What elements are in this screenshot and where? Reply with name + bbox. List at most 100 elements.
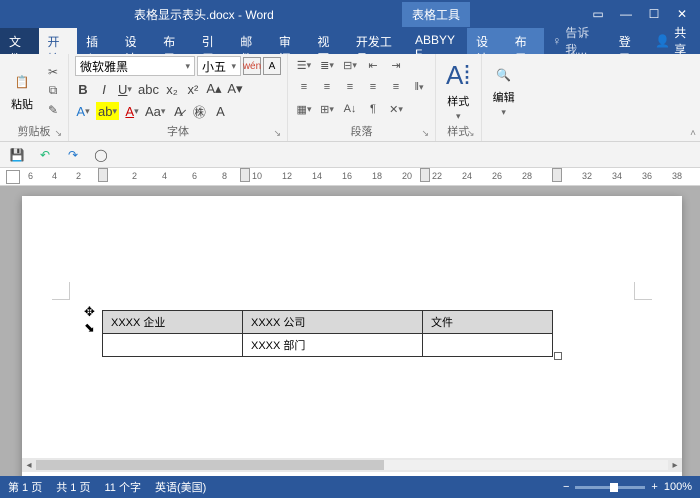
editing-button[interactable]: 🔍 编辑 ▾ bbox=[488, 56, 520, 125]
bold-button[interactable]: B bbox=[75, 80, 91, 98]
document-area[interactable]: ✥⬊ XXXX 企业 XXXX 公司 文件 XXXX 部门 ◂ ▸ bbox=[0, 186, 700, 476]
tab-references[interactable]: 引用 bbox=[193, 28, 232, 54]
bullets-button[interactable]: ☰▾ bbox=[294, 56, 314, 74]
format-painter-button[interactable]: ✎ bbox=[44, 102, 62, 118]
paste-button[interactable]: 📋 粘贴 bbox=[6, 56, 38, 125]
status-words[interactable]: 11 个字 bbox=[104, 479, 140, 495]
cut-button[interactable]: ✂ bbox=[44, 64, 62, 80]
clipboard-launcher[interactable]: ↘ bbox=[54, 126, 62, 140]
redo-button[interactable]: ↷ bbox=[64, 146, 82, 164]
distributed-button[interactable]: ≡ bbox=[386, 78, 406, 96]
align-center-button[interactable]: ≡ bbox=[317, 78, 337, 96]
table-cell[interactable]: XXXX 企业 bbox=[103, 311, 243, 334]
tab-file[interactable]: 文件 bbox=[0, 28, 39, 54]
document-table[interactable]: XXXX 企业 XXXX 公司 文件 XXXX 部门 bbox=[102, 310, 553, 357]
scrollbar-thumb[interactable] bbox=[36, 460, 384, 470]
multilevel-list-button[interactable]: ⊟▾ bbox=[340, 56, 360, 74]
superscript-button[interactable]: x² bbox=[185, 80, 201, 98]
font-launcher[interactable]: ↘ bbox=[273, 126, 281, 140]
table-cell[interactable]: XXXX 部门 bbox=[243, 334, 423, 357]
asian-layout-button[interactable]: ✕▾ bbox=[386, 100, 406, 118]
tab-abbyy[interactable]: ABBYY F bbox=[406, 28, 467, 54]
borders-button[interactable]: ⊞▾ bbox=[317, 100, 337, 118]
font-size-combo[interactable]: 小五▾ bbox=[197, 56, 241, 76]
table-row[interactable]: XXXX 部门 bbox=[103, 334, 553, 357]
scrollbar-track[interactable] bbox=[36, 460, 668, 470]
enclose-characters-button[interactable]: ㊑ bbox=[191, 102, 207, 120]
left-margin-marker[interactable] bbox=[98, 168, 108, 182]
table-cell[interactable] bbox=[423, 334, 553, 357]
start-from-beginning-button[interactable]: ◯ bbox=[92, 146, 110, 164]
grow-font-button[interactable]: A▴ bbox=[206, 80, 222, 98]
zoom-in-button[interactable]: + bbox=[651, 481, 657, 493]
tab-home[interactable]: 开始 bbox=[39, 28, 78, 54]
collapse-ribbon-button[interactable]: ˄ bbox=[690, 128, 696, 139]
phonetic-guide-button[interactable]: wén bbox=[243, 57, 261, 75]
character-shading-button[interactable]: A bbox=[212, 102, 228, 120]
subscript-button[interactable]: x₂ bbox=[164, 80, 180, 98]
change-case-button[interactable]: Aa▾ bbox=[145, 102, 165, 120]
undo-button[interactable]: ↶ bbox=[36, 146, 54, 164]
highlight-button[interactable]: ab▾ bbox=[96, 102, 119, 120]
ribbon-options-icon[interactable]: ▭ bbox=[590, 7, 606, 21]
horizontal-scrollbar[interactable]: ◂ ▸ bbox=[22, 458, 682, 472]
copy-button[interactable]: ⧉ bbox=[44, 83, 62, 99]
table-move-handle[interactable]: ✥⬊ bbox=[84, 304, 95, 336]
share-button[interactable]: 👤 共享 bbox=[647, 28, 700, 54]
tab-selector[interactable] bbox=[6, 170, 20, 184]
font-color-button[interactable]: A▾ bbox=[124, 102, 140, 120]
numbering-button[interactable]: ≣▾ bbox=[317, 56, 337, 74]
right-margin-marker[interactable] bbox=[552, 168, 562, 182]
page[interactable]: ✥⬊ XXXX 企业 XXXX 公司 文件 XXXX 部门 bbox=[22, 196, 682, 476]
paragraph-launcher[interactable]: ↘ bbox=[421, 126, 429, 140]
shading-button[interactable]: ▦▾ bbox=[294, 100, 314, 118]
maximize-icon[interactable]: ☐ bbox=[646, 7, 662, 21]
styles-launcher[interactable]: ↘ bbox=[467, 126, 475, 140]
tab-layout[interactable]: 布局 bbox=[154, 28, 193, 54]
indent-marker[interactable] bbox=[240, 168, 250, 182]
table-resize-handle[interactable] bbox=[554, 352, 562, 360]
italic-button[interactable]: I bbox=[96, 80, 112, 98]
save-button[interactable]: 💾 bbox=[8, 146, 26, 164]
table-cell[interactable] bbox=[103, 334, 243, 357]
underline-button[interactable]: U▾ bbox=[117, 80, 133, 98]
scroll-right-icon[interactable]: ▸ bbox=[668, 460, 682, 471]
status-language[interactable]: 英语(美国) bbox=[155, 479, 206, 495]
sort-button[interactable]: A↓ bbox=[340, 100, 360, 118]
clear-formatting-button[interactable]: A̷ bbox=[170, 102, 186, 120]
status-pages[interactable]: 共 1 页 bbox=[56, 479, 90, 495]
tab-table-layout[interactable]: 布局 bbox=[506, 28, 545, 54]
tab-mailings[interactable]: 邮件 bbox=[231, 28, 270, 54]
character-border-button[interactable]: A bbox=[263, 57, 281, 75]
line-spacing-button[interactable]: ‖▾ bbox=[409, 78, 429, 96]
table-cell[interactable]: 文件 bbox=[423, 311, 553, 334]
show-marks-button[interactable]: ¶ bbox=[363, 100, 383, 118]
align-right-button[interactable]: ≡ bbox=[340, 78, 360, 96]
table-cell[interactable]: XXXX 公司 bbox=[243, 311, 423, 334]
strikethrough-button[interactable]: abc bbox=[138, 80, 159, 98]
styles-button[interactable]: A⁞ 样式 ▾ bbox=[442, 56, 475, 125]
tab-table-design[interactable]: 设计 bbox=[467, 28, 506, 54]
tab-design[interactable]: 设计 bbox=[116, 28, 155, 54]
shrink-font-button[interactable]: A▾ bbox=[227, 80, 243, 98]
text-effects-button[interactable]: A▾ bbox=[75, 102, 91, 120]
tab-view[interactable]: 视图 bbox=[308, 28, 347, 54]
increase-indent-button[interactable]: ⇥ bbox=[386, 56, 406, 74]
tab-review[interactable]: 审阅 bbox=[270, 28, 309, 54]
login-button[interactable]: 登录 bbox=[611, 28, 648, 54]
font-name-combo[interactable]: 微软雅黑▾ bbox=[75, 56, 195, 76]
zoom-out-button[interactable]: − bbox=[563, 481, 569, 493]
minimize-icon[interactable]: — bbox=[618, 7, 634, 21]
tab-developer[interactable]: 开发工具 bbox=[347, 28, 406, 54]
zoom-slider[interactable] bbox=[575, 486, 645, 489]
close-icon[interactable]: ✕ bbox=[674, 7, 690, 21]
tell-me[interactable]: ♀ 告诉我... bbox=[544, 28, 610, 54]
horizontal-ruler[interactable]: 6 4 2 2 4 6 8 10 12 14 16 18 20 22 24 26… bbox=[0, 168, 700, 186]
status-page[interactable]: 第 1 页 bbox=[8, 479, 42, 495]
indent-marker[interactable] bbox=[420, 168, 430, 182]
scroll-left-icon[interactable]: ◂ bbox=[22, 460, 36, 471]
zoom-thumb[interactable] bbox=[610, 483, 618, 492]
decrease-indent-button[interactable]: ⇤ bbox=[363, 56, 383, 74]
table-row[interactable]: XXXX 企业 XXXX 公司 文件 bbox=[103, 311, 553, 334]
align-left-button[interactable]: ≡ bbox=[294, 78, 314, 96]
